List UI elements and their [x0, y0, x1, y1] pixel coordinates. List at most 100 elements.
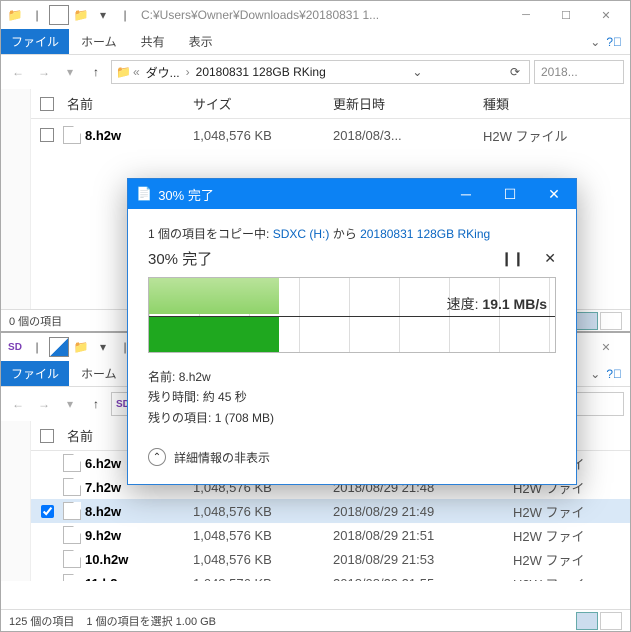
file-icon — [63, 454, 81, 472]
file-size: 1,048,576 KB — [193, 128, 333, 143]
expand-ribbon-icon[interactable]: ⌄ — [590, 367, 600, 381]
forward-button[interactable]: → — [33, 61, 55, 83]
view-details-button[interactable] — [576, 612, 598, 630]
folder-icon: 📁 — [5, 5, 25, 25]
file-date: 2018/08/29 21:51 — [333, 528, 513, 543]
help-icon[interactable]: ?⃝ — [606, 35, 622, 49]
details-toggle-label: 詳細情報の非表示 — [174, 449, 270, 466]
qa-menu-icon[interactable]: ▾ — [93, 337, 113, 357]
refresh-button[interactable]: ⟳ — [505, 65, 525, 79]
help-icon[interactable]: ?⃝ — [606, 367, 622, 381]
minimize-button[interactable]: ─ — [506, 1, 546, 29]
cancel-button[interactable]: ✕ — [544, 250, 556, 267]
status-count: 125 個の項目 — [9, 613, 74, 629]
file-type: H2W ファイル — [483, 126, 630, 145]
addr-sep[interactable]: « — [133, 65, 140, 79]
maximize-button[interactable]: ☐ — [546, 1, 586, 29]
select-all-checkbox[interactable] — [40, 429, 54, 443]
column-headers[interactable]: 名前 サイズ 更新日時 種類 — [31, 89, 630, 119]
nav-pane[interactable] — [1, 421, 31, 581]
back-button[interactable]: ← — [7, 393, 29, 415]
file-name: 11.h2w — [85, 576, 128, 582]
pause-button[interactable]: ❙❙ — [501, 250, 524, 267]
file-date: 2018/08/29 21:49 — [333, 504, 513, 519]
file-date: 2018/08/3... — [333, 128, 483, 143]
qa-sep: | — [27, 337, 47, 357]
col-name[interactable]: 名前 — [63, 94, 193, 113]
recent-menu[interactable]: ▾ — [59, 393, 81, 415]
status-count: 0 個の項目 — [9, 313, 62, 329]
view-details-button[interactable] — [576, 312, 598, 330]
file-type: H2W ファイ — [513, 502, 630, 521]
addr-chevron-icon[interactable]: › — [186, 65, 190, 79]
tab-share[interactable]: 共有 — [129, 29, 177, 54]
close-button[interactable]: ✕ — [586, 333, 626, 361]
qa-menu-icon[interactable]: ▾ — [93, 5, 113, 25]
recent-menu[interactable]: ▾ — [59, 61, 81, 83]
file-row[interactable]: 9.h2w1,048,576 KB2018/08/29 21:51H2W ファイ — [31, 523, 630, 547]
window-title: C:¥Users¥Owner¥Downloads¥20180831 1... — [135, 8, 506, 22]
up-button[interactable]: ↑ — [85, 61, 107, 83]
file-type: H2W ファイ — [513, 526, 630, 545]
dialog-maximize-button[interactable]: ☐ — [488, 179, 532, 209]
view-thumbs-button[interactable] — [600, 612, 622, 630]
dialog-titlebar[interactable]: 📄 30% 完了 ─ ☐ ✕ — [128, 179, 576, 209]
tab-home[interactable]: ホーム — [69, 361, 129, 386]
speed-label: 速度: 19.1 MB/s — [447, 294, 547, 314]
chevron-up-icon: ⌃ — [148, 448, 166, 466]
copy-dest-link[interactable]: 20180831 128GB RKing — [360, 227, 490, 241]
search-placeholder: 2018... — [541, 65, 578, 79]
file-icon — [63, 478, 81, 496]
qa-checkbox[interactable] — [49, 337, 69, 357]
status-selection: 1 個の項目を選択 1.00 GB — [86, 613, 216, 629]
up-button[interactable]: ↑ — [85, 393, 107, 415]
copy-source-link[interactable]: SDXC (H:) — [273, 227, 330, 241]
select-all-checkbox[interactable] — [40, 97, 54, 111]
nav-pane[interactable] — [1, 89, 31, 311]
status-bar: 125 個の項目 1 個の項目を選択 1.00 GB — [1, 609, 630, 631]
details-toggle[interactable]: ⌃ 詳細情報の非表示 — [148, 444, 556, 466]
dialog-close-button[interactable]: ✕ — [532, 179, 576, 209]
tab-view[interactable]: 表示 — [177, 29, 225, 54]
file-row[interactable]: 11.h2w1,048,576 KB2018/08/29 21:55H2W ファ… — [31, 571, 630, 581]
dialog-title: 30% 完了 — [158, 185, 214, 204]
col-date[interactable]: 更新日時 — [333, 94, 483, 113]
tab-file[interactable]: ファイル — [1, 29, 69, 54]
addr-folder-icon: 📁 — [116, 65, 131, 79]
qa-sep: | — [27, 5, 47, 25]
titlebar[interactable]: 📁 | 📁 ▾ | C:¥Users¥Owner¥Downloads¥20180… — [1, 1, 630, 29]
file-row[interactable]: 8.h2w 1,048,576 KB2018/08/29 21:49H2W ファイ — [31, 499, 630, 523]
file-name: 8.h2w — [85, 504, 121, 519]
view-thumbs-button[interactable] — [600, 312, 622, 330]
col-size[interactable]: サイズ — [193, 94, 333, 113]
file-name: 8.h2w — [85, 128, 121, 143]
expand-ribbon-icon[interactable]: ⌄ — [590, 35, 600, 49]
close-button[interactable]: ✕ — [586, 1, 626, 29]
addr-dropdown-icon[interactable]: ⌄ — [407, 65, 427, 79]
tab-file[interactable]: ファイル — [1, 361, 69, 386]
file-date: 2018/08/29 21:55 — [333, 576, 513, 582]
qa-checkbox[interactable] — [49, 5, 69, 25]
col-type[interactable]: 種類 — [483, 94, 630, 113]
file-row[interactable]: 10.h2w1,048,576 KB2018/08/29 21:53H2W ファ… — [31, 547, 630, 571]
file-size: 1,048,576 KB — [193, 504, 333, 519]
dialog-icon: 📄 — [136, 186, 152, 202]
forward-button[interactable]: → — [33, 393, 55, 415]
file-icon — [63, 126, 81, 144]
row-checkbox[interactable] — [40, 128, 54, 142]
detail-name-value: 8.h2w — [179, 370, 211, 384]
back-button[interactable]: ← — [7, 61, 29, 83]
address-bar[interactable]: 📁 « ダウ... › 20180831 128GB RKing ⌄ ⟳ — [111, 60, 530, 84]
row-checkbox[interactable] — [41, 505, 54, 518]
copy-details: 名前: 8.h2w 残り時間: 約 45 秒 残りの項目: 1 (708 MB) — [148, 367, 556, 428]
file-row[interactable]: 8.h2w 1,048,576 KB 2018/08/3... H2W ファイル — [31, 119, 630, 151]
tab-home[interactable]: ホーム — [69, 29, 129, 54]
copy-description: 1 個の項目をコピー中: SDXC (H:) から 20180831 128GB… — [148, 225, 556, 242]
copy-from-label: から — [333, 227, 357, 241]
search-box[interactable]: 2018... — [534, 60, 624, 84]
file-icon — [63, 502, 81, 520]
detail-remain-label: 残りの項目: — [148, 411, 211, 425]
addr-seg-2[interactable]: 20180831 128GB RKing — [192, 65, 330, 79]
dialog-minimize-button[interactable]: ─ — [444, 179, 488, 209]
addr-seg-1[interactable]: ダウ... — [142, 64, 184, 81]
